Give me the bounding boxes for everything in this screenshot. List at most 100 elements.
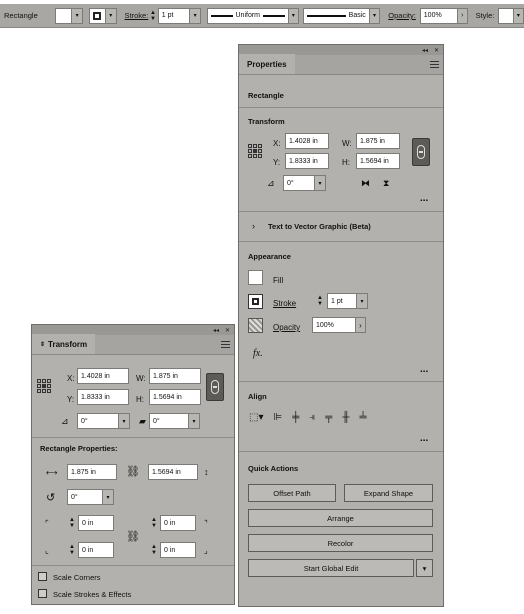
opacity-label[interactable]: Opacity: [273, 323, 300, 332]
scale-strokes-label: Scale Strokes & Effects: [53, 590, 132, 599]
reference-point-icon[interactable]: [248, 144, 262, 158]
shear-angle-input[interactable]: 0°: [149, 413, 189, 429]
rect-angle-input[interactable]: 0°: [67, 489, 103, 505]
flip-vertical-icon[interactable]: ⧗: [383, 178, 389, 189]
scale-strokes-checkbox[interactable]: [38, 589, 47, 598]
chevron-right-icon[interactable]: ›: [252, 221, 255, 231]
transform-more-options-icon[interactable]: ...: [420, 194, 428, 204]
quick-actions-title: Quick Actions: [248, 464, 299, 473]
stroke-swatch[interactable]: [248, 294, 263, 309]
align-bottom-icon[interactable]: ╧: [359, 412, 366, 423]
start-global-edit-button[interactable]: Start Global Edit: [248, 559, 414, 577]
stroke-weight-dropdown[interactable]: ▾: [190, 7, 201, 24]
corner-tl-input[interactable]: 0 in: [78, 515, 114, 531]
global-edit-options-dropdown[interactable]: ▾: [416, 559, 433, 577]
tab-transform[interactable]: ⇕ Transform: [32, 334, 96, 354]
align-vertical-center-icon[interactable]: ╫: [342, 412, 349, 423]
flip-horizontal-icon[interactable]: ⧓: [361, 178, 370, 189]
fill-label: Fill: [273, 276, 284, 285]
align-left-icon[interactable]: ⊫: [273, 412, 282, 423]
stroke-swatch[interactable]: [88, 7, 107, 24]
rotate-angle-dropdown[interactable]: ▾: [119, 413, 130, 429]
corner-br-input[interactable]: 0 in: [160, 542, 196, 558]
text-to-vector-label[interactable]: Text to Vector Graphic (Beta): [268, 222, 371, 231]
fill-dropdown[interactable]: ▾: [72, 7, 83, 24]
stroke-label[interactable]: Stroke:: [125, 11, 149, 20]
panel-menu-icon[interactable]: [430, 61, 439, 68]
style-dropdown[interactable]: ▾: [513, 7, 524, 24]
corner-tr-input[interactable]: 0 in: [160, 515, 196, 531]
selection-type-label: Rectangle: [248, 91, 284, 100]
tab-properties[interactable]: Properties: [239, 54, 295, 74]
fill-swatch[interactable]: [248, 270, 263, 285]
scale-corners-checkbox[interactable]: [38, 572, 47, 581]
panel-menu-icon[interactable]: [221, 341, 230, 348]
rect-height-input[interactable]: 1.5694 in: [148, 464, 198, 480]
x-input[interactable]: 1.4028 in: [77, 368, 129, 384]
graphic-style-swatch[interactable]: [498, 7, 514, 24]
y-label: Y:: [273, 158, 281, 167]
rect-width-icon: ⟷: [46, 468, 58, 477]
rect-angle-dropdown[interactable]: ▾: [103, 489, 114, 505]
stroke-weight-dropdown[interactable]: ▾: [357, 293, 368, 309]
rect-width-input[interactable]: 1.875 in: [67, 464, 117, 480]
opacity-input[interactable]: 100%: [312, 317, 356, 333]
rotate-angle-dropdown[interactable]: ▾: [315, 175, 326, 191]
corner-tr-stepper[interactable]: ▲ ▼: [149, 515, 159, 531]
stroke-label[interactable]: Stroke: [273, 299, 296, 308]
align-section-title: Align: [248, 392, 267, 401]
align-horizontal-center-icon[interactable]: ╪: [292, 412, 299, 423]
constrain-proportions-button[interactable]: [412, 138, 430, 166]
arrange-button[interactable]: Arrange: [248, 509, 433, 527]
shear-icon: ▰: [139, 416, 146, 426]
brush-dropdown[interactable]: ▾: [369, 7, 381, 24]
w-input[interactable]: 1.875 in: [149, 368, 201, 384]
corner-br-stepper[interactable]: ▲ ▼: [149, 542, 159, 558]
h-input[interactable]: 1.5694 in: [149, 389, 201, 405]
expand-shape-button[interactable]: Expand Shape: [344, 484, 433, 502]
appearance-more-options-icon[interactable]: ...: [420, 365, 428, 375]
close-icon[interactable]: ✕: [225, 327, 230, 334]
recolor-button[interactable]: Recolor: [248, 534, 433, 552]
align-right-icon[interactable]: ⫣: [309, 412, 315, 423]
shear-angle-dropdown[interactable]: ▾: [189, 413, 200, 429]
opacity-arrow[interactable]: ›: [356, 317, 366, 333]
close-icon[interactable]: ✕: [434, 47, 439, 54]
y-input[interactable]: 1.8333 in: [77, 389, 129, 405]
rotate-angle-input[interactable]: 0°: [283, 175, 315, 191]
offset-path-button[interactable]: Offset Path: [248, 484, 336, 502]
reference-point-icon[interactable]: [37, 379, 51, 393]
rotate-icon: ⊿: [267, 178, 275, 188]
stroke-weight-stepper[interactable]: ▲ ▼: [315, 293, 325, 309]
x-input[interactable]: 1.4028 in: [285, 133, 329, 149]
profile-dropdown[interactable]: ▾: [288, 7, 300, 24]
align-more-options-icon[interactable]: ...: [420, 434, 428, 444]
collapse-icon[interactable]: ◂◂: [422, 47, 428, 54]
properties-panel: ◂◂ ✕ Properties Rectangle Transform X: 1.…: [238, 44, 444, 607]
align-to-icon[interactable]: ⬚▾: [249, 412, 263, 423]
opacity-label[interactable]: Opacity:: [388, 11, 416, 20]
variable-width-profile[interactable]: Uniform: [206, 7, 289, 24]
opacity-input[interactable]: 100%: [419, 7, 459, 24]
link-icon[interactable]: ⛓: [126, 465, 140, 478]
corner-bl-stepper[interactable]: ▲ ▼: [67, 542, 77, 558]
opacity-arrow[interactable]: ›: [458, 7, 468, 24]
y-input[interactable]: 1.8333 in: [285, 153, 329, 169]
corner-bl-input[interactable]: 0 in: [78, 542, 114, 558]
stroke-weight-stepper[interactable]: ▲ ▼: [148, 8, 157, 24]
h-input[interactable]: 1.5694 in: [356, 153, 400, 169]
align-top-icon[interactable]: ╤: [325, 412, 332, 423]
fill-swatch[interactable]: [55, 7, 73, 24]
constrain-proportions-button[interactable]: [206, 373, 224, 401]
brush-definition[interactable]: Basic: [303, 7, 370, 24]
fx-label[interactable]: fx.: [253, 348, 263, 359]
stroke-weight-input[interactable]: 1 pt: [327, 293, 357, 309]
opacity-icon: [248, 318, 263, 333]
rotate-angle-input[interactable]: 0°: [77, 413, 119, 429]
corner-link-icon[interactable]: ⛓: [126, 530, 140, 543]
w-input[interactable]: 1.875 in: [356, 133, 400, 149]
collapse-icon[interactable]: ◂◂: [213, 327, 219, 334]
stroke-weight-input[interactable]: 1 pt: [157, 7, 191, 24]
corner-tl-stepper[interactable]: ▲ ▼: [67, 515, 77, 531]
stroke-color-dropdown[interactable]: ▾: [106, 7, 117, 24]
